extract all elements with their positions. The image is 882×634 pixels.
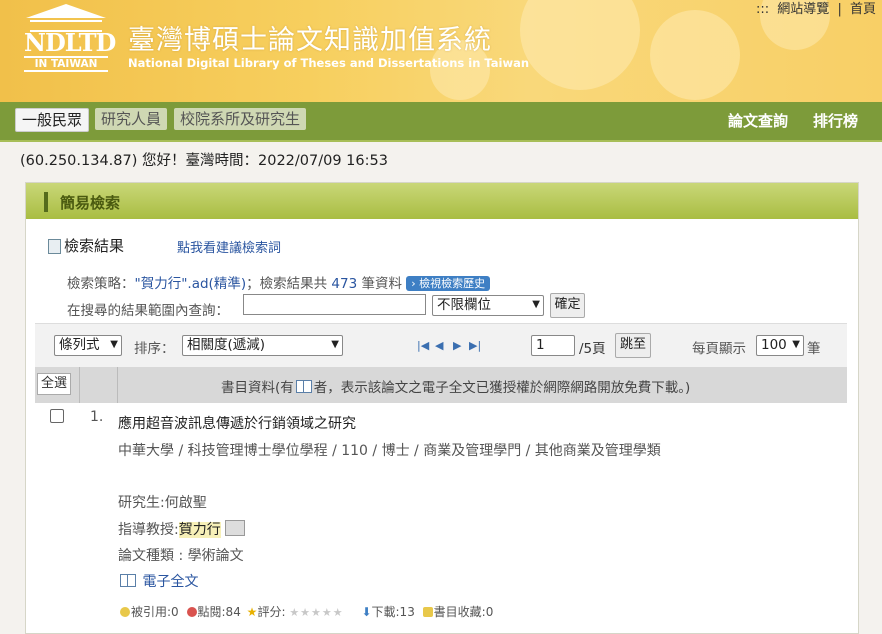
result-type: 論文種類 : 學術論文 (118, 548, 244, 564)
fulltext-link[interactable]: 電子全文 (118, 571, 198, 591)
download-icon: ⬇ (361, 605, 372, 619)
per-page-select[interactable]: 100 ▼ (756, 335, 804, 356)
ndltd-logo[interactable]: NDLTD IN TAIWAN (24, 4, 116, 72)
result-checkbox[interactable] (50, 409, 64, 423)
result-number: 1. (90, 409, 104, 425)
nav-thesis-search[interactable]: 論文查詢 (728, 110, 788, 131)
result-count: 473 (331, 276, 358, 292)
strategy-query: "賀力行".ad(精準) (134, 276, 247, 292)
search-strategy: 檢索策略："賀力行".ad(精準)；檢索結果共 473 筆資料 › 檢視檢索歷史 (67, 272, 491, 292)
header-bokeh (650, 10, 740, 100)
grid-divider (79, 367, 80, 403)
tab-general-public[interactable]: 一般民眾 (15, 108, 90, 132)
search-history-label: 檢視檢索歷史 (419, 277, 486, 290)
bookmark-count: 書目收藏:0 (433, 605, 494, 619)
select-all-button[interactable]: 全選 (37, 373, 71, 395)
book-icon (120, 574, 136, 587)
within-label: 在搜尋的結果範圍內查詢： (67, 303, 229, 319)
site-title: 臺灣博碩士論文知識加值系統 (128, 25, 492, 56)
sort-select-value: 相關度(遞減) (187, 337, 266, 353)
top-links-prefix: ::: (756, 2, 770, 17)
simple-search-panel: 簡易檢索 檢索結果 點我看建議檢索詞 檢索策略："賀力行".ad(精準)；檢索結… (25, 182, 859, 634)
tab-researchers[interactable]: 研究人員 (95, 108, 168, 130)
click-icon (186, 607, 197, 617)
logo-roof-shape (26, 4, 106, 18)
panel-header: 簡易檢索 (26, 183, 858, 219)
first-page-icon[interactable]: |◀ (417, 339, 429, 352)
home-link[interactable]: 首頁 (850, 2, 876, 17)
result-title-link[interactable]: 應用超音波訊息傳遞於行銷領域之研究 (118, 413, 356, 433)
search-history-button[interactable]: › 檢視檢索歷史 (406, 276, 491, 291)
suggest-terms-link[interactable]: 點我看建議檢索詞 (177, 237, 281, 256)
grid-caption: 書目資料(有 者，表示該論文之電子全文已獲授權於網際網路開放免費下載。) (221, 376, 690, 396)
page-total: /5頁 (579, 341, 606, 357)
advisor-label: 指導教授: (118, 522, 179, 538)
tab-schools-departments[interactable]: 校院系所及研究生 (174, 108, 307, 130)
logo-abbr: NDLTD (24, 28, 116, 57)
result-student: 研究生:何啟聖 (118, 495, 207, 511)
sort-label: 排序： (134, 341, 175, 357)
download-count: 下載:13 (371, 605, 415, 619)
grid-caption-a: 書目資料(有 (221, 380, 294, 396)
logo-sub: IN TAIWAN (24, 56, 108, 72)
strategy-mid: ；檢索結果共 (246, 276, 332, 292)
panel-header-bar (44, 192, 48, 212)
per-page-unit: 筆 (807, 341, 821, 357)
strategy-suffix: 筆資料 (357, 276, 402, 292)
site-header: NDLTD IN TAIWAN 臺灣博碩士論文知識加值系統 National D… (0, 0, 882, 102)
results-toolbar: 條列式 ▼ 排序： 相關度(遞減) ▼ |◀ ◀ ▶ ▶| 1 /5頁 跳至 每頁顯… (35, 323, 847, 368)
chevron-down-icon: ▼ (532, 299, 540, 310)
last-page-icon[interactable]: ▶| (469, 339, 481, 352)
confirm-button[interactable]: 確定 (550, 293, 585, 318)
results-grid-header: 全選 書目資料(有 者，表示該論文之電子全文已獲授權於網際網路開放免費下載。) (35, 367, 847, 403)
main-nav: 一般民眾 研究人員 校院系所及研究生 論文查詢 排行榜 (0, 102, 882, 142)
rating-stars[interactable]: ★★★★★ (289, 606, 343, 619)
advisor-photo-icon[interactable] (224, 520, 245, 536)
welcome-text: (60.250.134.87) 您好！臺灣時間：2022/07/09 16:53 (20, 153, 388, 169)
view-mode-select[interactable]: 條列式 ▼ (54, 335, 122, 356)
prev-page-icon[interactable]: ◀ (435, 339, 443, 352)
result-stats: 被引用:0 點閱:84 ★評分: ★★★★★ ⬇下載:13 書目收藏:0 (120, 603, 493, 620)
book-icon (295, 380, 312, 393)
header-bokeh (520, 0, 640, 90)
field-select[interactable]: 不限欄位 ▼ (432, 295, 544, 316)
rating-label: 評分: (257, 605, 286, 619)
grid-caption-b: 者，表示該論文之電子全文已獲授權於網際網路開放免費下載。) (313, 380, 691, 396)
strategy-prefix: 檢索策略： (67, 276, 135, 292)
nav-rankings[interactable]: 排行榜 (813, 110, 858, 131)
per-page-label: 每頁顯示 (692, 341, 746, 357)
click-count: 點閱:84 (197, 605, 241, 619)
bookmark-icon (422, 607, 433, 617)
top-links: ::: 網站導覽 | 首頁 (752, 0, 876, 17)
sort-select[interactable]: 相關度(遞減) ▼ (182, 335, 343, 356)
result-advisor: 指導教授:賀力行 (118, 519, 245, 539)
chevron-down-icon: ▼ (331, 339, 339, 350)
cited-count: 被引用:0 (131, 605, 179, 619)
page-number-input[interactable]: 1 (531, 335, 575, 356)
goto-page-button[interactable]: 跳至 (615, 333, 651, 358)
field-select-value: 不限欄位 (437, 297, 491, 313)
document-icon (48, 239, 61, 254)
per-page-value: 100 (761, 337, 787, 353)
view-mode-value: 條列式 (59, 337, 100, 353)
chevron-down-icon: ▼ (110, 339, 118, 350)
fulltext-label: 電子全文 (142, 574, 199, 590)
star-icon: ★ (246, 605, 258, 619)
grid-divider (117, 367, 118, 403)
results-title: 檢索結果 (64, 237, 125, 255)
chevron-down-icon: ▼ (792, 339, 800, 350)
site-subtitle: National Digital Library of Theses and D… (128, 56, 530, 70)
advisor-name-link[interactable]: 賀力行 (178, 522, 221, 538)
within-search-input[interactable] (243, 294, 426, 315)
cite-icon (120, 607, 130, 617)
next-page-icon[interactable]: ▶ (453, 339, 461, 352)
sitemap-link[interactable]: 網站導覽 (777, 2, 829, 17)
panel-title: 簡易檢索 (60, 194, 121, 212)
top-links-separator: | (837, 2, 842, 17)
result-department: 中華大學 / 科技管理博士學位學程 / 110 / 博士 / 商業及管理學門 /… (118, 443, 661, 459)
